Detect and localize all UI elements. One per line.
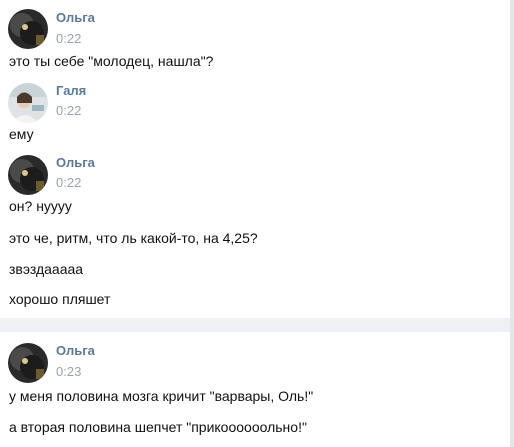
message-text: хорошо пляшет	[9, 291, 111, 307]
author-name[interactable]: Ольга	[56, 343, 95, 358]
message-text: ему	[9, 126, 34, 142]
chat-panel: Ольга 0:23 у меня половина мозга кричит …	[0, 332, 510, 447]
dark-cat-avatar-icon[interactable]	[8, 155, 48, 195]
light-portrait-avatar-icon[interactable]	[8, 83, 48, 123]
dark-cat-avatar-icon[interactable]	[8, 9, 48, 49]
message-text: он? нуууу	[9, 198, 72, 214]
author-name[interactable]: Ольга	[56, 10, 95, 25]
message-text: у меня половина мозга кричит "варвары, О…	[9, 388, 314, 404]
author-name[interactable]: Ольга	[56, 155, 95, 170]
author-name[interactable]: Галя	[56, 83, 86, 98]
message-text: а вторая половина шепчет "прикоооооольно…	[9, 419, 307, 435]
message-text: звэздааааа	[9, 261, 84, 277]
message-time[interactable]: 0:22	[56, 103, 81, 118]
message-time[interactable]: 0:23	[56, 364, 81, 379]
message-time[interactable]: 0:22	[56, 175, 81, 190]
message-text: это че, ритм, что ль какой-то, на 4,25?	[9, 230, 258, 246]
message-time[interactable]: 0:22	[56, 31, 81, 46]
dark-cat-avatar-icon[interactable]	[8, 343, 48, 383]
message-text: это ты себе "молодец, нашла"?	[9, 53, 214, 69]
scroll-edge	[510, 0, 514, 447]
chat-panel: Ольга 0:22 это ты себе "молодец, нашла"?…	[0, 0, 510, 318]
